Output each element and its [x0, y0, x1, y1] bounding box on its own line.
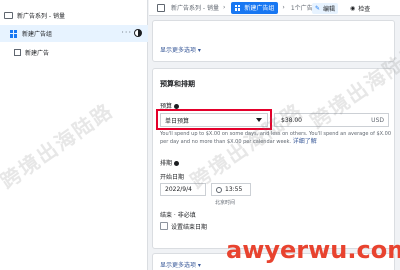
sidebar-item-label: 新广告系列 - 销量 — [17, 12, 65, 20]
adset-grid-icon — [235, 4, 241, 11]
budget-schedule-card: 预算和排期 预算 单日预算 $38.00 USD You'll spend up… — [152, 68, 395, 249]
show-more-options-link[interactable]: 显示更多选项 ▾ — [160, 45, 201, 54]
breadcrumb-separator: › — [282, 4, 285, 11]
schedule-label: 排期 — [160, 158, 180, 167]
eye-icon: ◉ — [350, 5, 356, 12]
budget-amount-value: $38.00 — [281, 116, 302, 124]
sidebar-item-label: 新建广告组 — [22, 31, 53, 38]
end-date-checkbox-label[interactable]: 设置结束日期 — [171, 222, 207, 231]
end-date-label: 结束 · 非必填 — [160, 212, 196, 219]
clock-icon — [216, 186, 222, 193]
budget-help-body: You'll spend up to $X.00 on some days, a… — [160, 131, 392, 145]
breadcrumb-adset-label: 新建广告组 — [244, 5, 275, 12]
sidebar-item-ad[interactable]: 新建广告 — [0, 44, 148, 60]
currency-label: USD — [371, 116, 384, 124]
breadcrumb-separator: › — [222, 4, 226, 11]
start-time-value: 13:55 — [225, 186, 243, 193]
review-button[interactable]: ◉ 检查 — [347, 3, 373, 14]
learn-more-link[interactable]: 详细了解 — [293, 138, 317, 145]
start-date-input[interactable]: 2022/9/4 — [160, 183, 206, 196]
folder-icon — [4, 11, 13, 19]
adset-grid-icon — [10, 29, 18, 38]
breadcrumb-ad[interactable]: 1个广告 — [291, 3, 313, 12]
ad-icon — [14, 48, 21, 56]
header-breadcrumb-bar: 新广告系列 - 销量 › 新建广告组 › 1个广告 ✎ 编辑 ◉ 检查 — [149, 0, 400, 16]
show-more-options-link[interactable]: 显示更多选项 ▾ — [160, 260, 201, 269]
breadcrumb-adset[interactable]: 新建广告组 — [231, 1, 279, 14]
budget-amount-field[interactable]: $38.00 USD — [274, 113, 389, 127]
info-icon[interactable] — [174, 161, 180, 166]
highlight-box — [156, 109, 272, 130]
sidebar: 新广告系列 - 销量 新建广告组 ··· 新建广告 — [0, 0, 148, 270]
budget-help-text: You'll spend up to $X.00 on some days, a… — [160, 131, 392, 146]
breadcrumb-campaign[interactable]: 新广告系列 - 销量 — [171, 3, 219, 12]
section-title: 预算和排期 — [160, 80, 195, 88]
start-time-input[interactable]: 13:55 — [211, 183, 251, 196]
options-card: 显示更多选项 ▾ — [152, 20, 395, 62]
watermark-brand: awyerwu.com — [226, 236, 400, 264]
start-date-value: 2022/9/4 — [165, 186, 192, 193]
edit-button-label: 编辑 — [323, 6, 336, 13]
panel-toggle-icon[interactable] — [157, 3, 165, 12]
more-options-icon[interactable]: ··· — [121, 28, 132, 37]
review-button-label: 检查 — [358, 6, 371, 13]
start-date-label: 开始日期 — [160, 174, 185, 181]
sidebar-item-adset[interactable]: 新建广告组 ··· — [0, 25, 148, 42]
end-date-checkbox[interactable] — [160, 222, 168, 230]
status-toggle-icon[interactable] — [134, 29, 142, 37]
sidebar-item-label: 新建广告 — [25, 49, 50, 57]
pencil-icon: ✎ — [315, 5, 321, 12]
schedule-label-text: 排期 — [160, 160, 173, 167]
sidebar-item-campaign[interactable]: 新广告系列 - 销量 — [0, 7, 148, 23]
timezone-label: 北京时间 — [215, 200, 236, 206]
edit-button[interactable]: ✎ 编辑 — [312, 3, 339, 14]
